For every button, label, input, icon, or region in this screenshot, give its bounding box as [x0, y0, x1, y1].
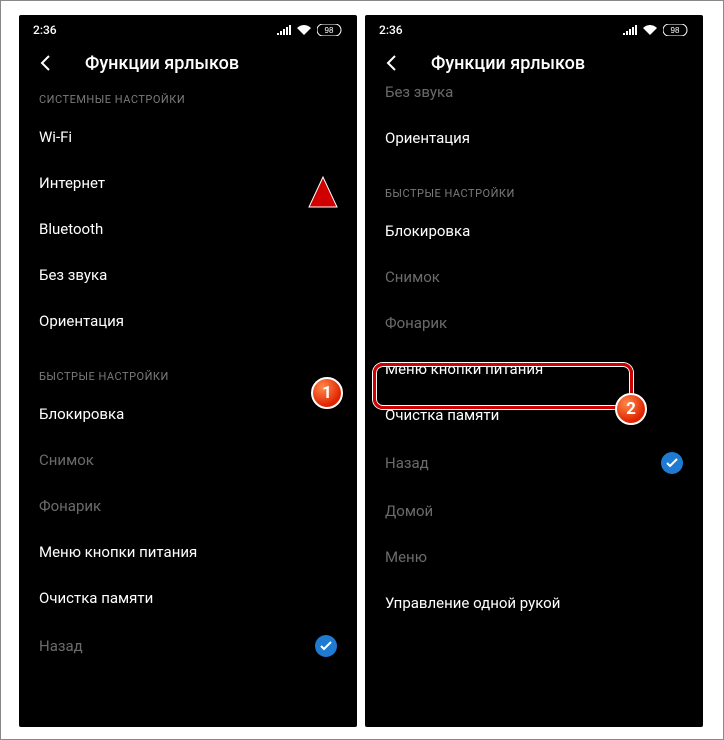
item-menu[interactable]: Меню — [365, 534, 703, 580]
item-power-menu[interactable]: Меню кнопки питания — [19, 529, 357, 575]
signal-icon — [277, 25, 291, 35]
item-power-menu[interactable]: Меню кнопки питания — [365, 346, 703, 392]
check-icon — [315, 635, 337, 657]
page-title: Функции ярлыков — [431, 53, 585, 74]
item-lock[interactable]: Блокировка — [19, 391, 357, 437]
wifi-icon — [297, 25, 311, 35]
status-time: 2:36 — [33, 23, 57, 37]
item-bluetooth[interactable]: Bluetooth — [19, 206, 357, 252]
section-system: СИСТЕМНЫЕ НАСТРОЙКИ — [19, 89, 357, 114]
svg-text:98: 98 — [325, 26, 334, 35]
section-quick: БЫСТРЫЕ НАСТРОЙКИ — [19, 352, 357, 391]
header: Функции ярлыков — [19, 41, 357, 89]
page-title: Функции ярлыков — [85, 53, 239, 74]
check-icon — [661, 452, 683, 474]
back-button[interactable] — [379, 51, 403, 75]
back-button[interactable] — [33, 51, 57, 75]
status-icons: 98 — [277, 24, 343, 36]
item-internet[interactable]: Интернет — [19, 160, 357, 206]
status-time: 2:36 — [379, 23, 403, 37]
item-screenshot[interactable]: Снимок — [19, 437, 357, 483]
chevron-left-icon — [40, 55, 50, 71]
item-lock[interactable]: Блокировка — [365, 208, 703, 254]
item-flashlight[interactable]: Фонарик — [19, 483, 357, 529]
item-orientation[interactable]: Ориентация — [365, 115, 703, 161]
item-back[interactable]: Назад — [19, 621, 357, 671]
item-flashlight[interactable]: Фонарик — [365, 300, 703, 346]
battery-icon: 98 — [317, 24, 343, 36]
header: Функции ярлыков — [365, 41, 703, 89]
item-home[interactable]: Домой — [365, 488, 703, 534]
chevron-left-icon — [386, 55, 396, 71]
item-silent-cut[interactable]: Без звука — [365, 83, 703, 115]
battery-icon: 98 — [663, 24, 689, 36]
screen-left: 2:36 98 Функции ярлыков СИСТЕМНЫЕ НАСТРО… — [19, 15, 357, 727]
signal-icon — [623, 25, 637, 35]
item-clear-memory[interactable]: Очистка памяти — [19, 575, 357, 621]
status-bar: 2:36 98 — [365, 15, 703, 41]
item-screenshot[interactable]: Снимок — [365, 254, 703, 300]
section-quick: БЫСТРЫЕ НАСТРОЙКИ — [365, 169, 703, 208]
status-bar: 2:36 98 — [19, 15, 357, 41]
item-orientation[interactable]: Ориентация — [19, 298, 357, 344]
item-clear-memory[interactable]: Очистка памяти — [365, 392, 703, 438]
screen-right: 2:36 98 Функции ярлыков Без звука Ориент… — [365, 15, 703, 727]
status-icons: 98 — [623, 24, 689, 36]
svg-text:98: 98 — [671, 26, 680, 35]
item-silent[interactable]: Без звука — [19, 252, 357, 298]
item-wifi[interactable]: Wi-Fi — [19, 114, 357, 160]
item-back[interactable]: Назад — [365, 438, 703, 488]
item-one-hand[interactable]: Управление одной рукой — [365, 580, 703, 626]
wifi-icon — [643, 25, 657, 35]
